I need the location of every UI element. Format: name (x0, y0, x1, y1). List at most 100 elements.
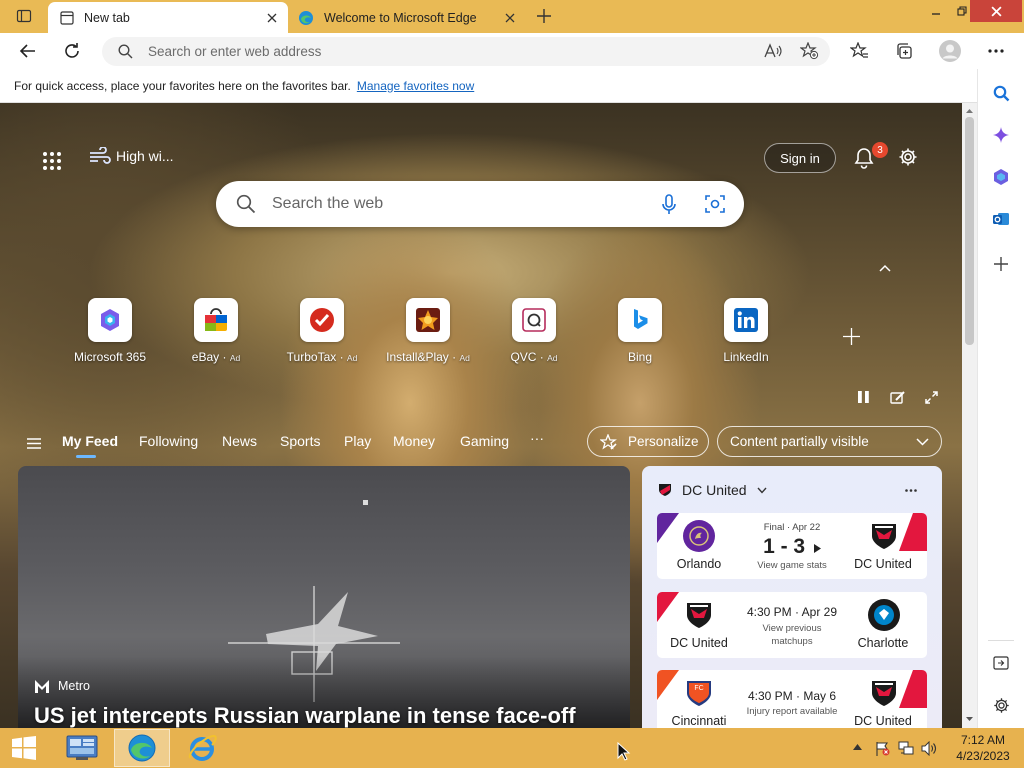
metro-logo-icon (35, 680, 49, 693)
add-quick-link-button[interactable] (838, 323, 864, 349)
outlook-icon (993, 213, 1009, 225)
dc-united-shield-icon (659, 484, 671, 496)
server-manager-icon (66, 735, 98, 760)
start-button[interactable] (0, 729, 48, 767)
address-bar[interactable] (102, 37, 830, 66)
close-tab-button[interactable] (262, 8, 282, 28)
sidebar-add-button[interactable] (988, 251, 1014, 277)
nav-following[interactable]: Following (139, 433, 198, 449)
taskbar-internet-explorer[interactable] (174, 729, 230, 767)
scroll-down-arrow-icon (966, 717, 973, 721)
team-selector[interactable]: DC United (658, 482, 767, 498)
nav-sports[interactable]: Sports (280, 433, 320, 449)
match-card[interactable]: DC United Charlotte 4:30 PM · Apr 29 Vie… (657, 592, 927, 658)
quick-link-bing[interactable]: Bing (595, 298, 685, 368)
profile-button[interactable] (934, 35, 966, 67)
team-name: DC United (682, 482, 747, 498)
manage-favorites-link[interactable]: Manage favorites now (357, 79, 474, 93)
taskbar-edge[interactable] (114, 729, 170, 767)
quick-link-microsoft-365[interactable]: Microsoft 365 (65, 298, 155, 368)
news-card[interactable]: Metro US jet intercepts Russian warplane… (18, 466, 630, 728)
expand-icon (924, 390, 938, 404)
quick-link-linkedin[interactable]: LinkedIn (701, 298, 791, 368)
sports-card-more-button[interactable] (900, 482, 922, 498)
quick-link-turbotax[interactable]: TurboTax · Ad (277, 298, 367, 368)
volume-button[interactable] (920, 739, 938, 757)
collections-button[interactable] (888, 35, 920, 67)
page-scrollbar[interactable] (962, 103, 977, 728)
action-center-button[interactable] (873, 739, 891, 757)
clock-date: 4/23/2023 (956, 749, 1010, 763)
nav-gaming[interactable]: Gaming (460, 433, 509, 449)
page-settings-button[interactable] (894, 143, 922, 171)
voice-search-button[interactable] (662, 194, 676, 215)
read-aloud-button[interactable] (764, 43, 782, 59)
collapse-quick-links-button[interactable] (874, 257, 896, 279)
web-search-box[interactable] (216, 181, 744, 227)
sidebar-settings-button[interactable] (988, 692, 1014, 718)
address-input[interactable] (148, 37, 708, 66)
match-card[interactable]: Orlando DC United Final · Apr 22 1 - 3 V… (657, 513, 927, 579)
favorites-icon (849, 42, 868, 58)
nav-play[interactable]: Play (344, 433, 371, 449)
camera-scan-icon (705, 195, 725, 213)
feed-menu-button[interactable] (24, 434, 44, 452)
nav-money[interactable]: Money (393, 433, 435, 449)
edit-background-button[interactable] (887, 387, 907, 407)
content-visibility-dropdown[interactable]: Content partially visible (717, 426, 942, 457)
favorites-button[interactable] (843, 35, 875, 67)
scrollbar-thumb[interactable] (965, 117, 974, 345)
taskbar-server-manager[interactable] (54, 729, 110, 767)
app-launcher-button[interactable] (38, 147, 66, 175)
sidebar-discover-button[interactable] (988, 122, 1014, 148)
injury-report-link[interactable]: Injury report available (727, 705, 857, 718)
news-source: Metro (34, 678, 90, 694)
sidebar-outlook-button[interactable] (988, 206, 1014, 232)
away-team-name: Charlotte (857, 636, 909, 650)
match-score-value: 1 - 3 (763, 535, 806, 558)
visual-search-button[interactable] (705, 194, 725, 214)
dc-united-logo-icon (683, 599, 715, 631)
sidebar-hide-button[interactable] (988, 650, 1014, 676)
weather-widget[interactable]: High wi... (88, 147, 174, 165)
expand-background-button[interactable] (921, 387, 941, 407)
show-hidden-icons-button[interactable] (850, 740, 864, 754)
tab-actions-button[interactable] (8, 0, 40, 32)
view-game-stats-link[interactable]: View game stats (727, 559, 857, 572)
network-button[interactable] (897, 739, 915, 757)
play-triangle-icon (813, 544, 821, 553)
read-aloud-icon (764, 43, 782, 58)
nav-news[interactable]: News (222, 433, 257, 449)
news-headline[interactable]: US jet intercepts Russian warplane in te… (34, 703, 576, 728)
refresh-button[interactable] (56, 35, 88, 67)
weather-text: High wi... (116, 148, 174, 164)
add-favorite-button[interactable] (800, 42, 819, 60)
close-window-button[interactable] (970, 0, 1022, 22)
quick-link-install-play[interactable]: Install&Play · Ad (383, 298, 473, 368)
collections-icon (897, 43, 912, 59)
sports-card: DC United Orlando DC United Final · Apr … (642, 466, 942, 728)
tab-new-tab[interactable]: New tab (48, 2, 288, 33)
app-grid-icon (43, 152, 61, 170)
web-search-input[interactable] (272, 181, 642, 227)
nav-more-button[interactable]: ··· (530, 430, 544, 446)
quick-link-ebay[interactable]: eBay · Ad (171, 298, 261, 368)
personalize-button[interactable]: Personalize (587, 426, 709, 457)
settings-and-more-button[interactable] (980, 35, 1012, 67)
close-tab-button[interactable] (500, 8, 520, 28)
sparkle-icon (993, 127, 1009, 143)
new-tab-button[interactable] (528, 0, 560, 32)
tab-welcome-edge[interactable]: Welcome to Microsoft Edge (290, 2, 526, 33)
plus-icon (842, 327, 860, 345)
sidebar-office-button[interactable] (988, 164, 1014, 190)
pause-background-button[interactable] (853, 387, 873, 407)
sidebar-search-button[interactable] (988, 80, 1014, 106)
system-clock[interactable]: 7:12 AM 4/23/2023 (950, 732, 1016, 764)
sidebar-toggle-icon (993, 656, 1009, 670)
match-card[interactable]: FC Cincinnati DC United 4:30 PM · May 6 … (657, 670, 927, 728)
quick-link-qvc[interactable]: QVC · Ad (489, 298, 579, 368)
sign-in-button[interactable]: Sign in (764, 143, 836, 173)
nav-my-feed[interactable]: My Feed (62, 433, 118, 449)
view-previous-matchups-link[interactable]: View previous matchups (757, 622, 827, 648)
back-button[interactable] (12, 35, 44, 67)
